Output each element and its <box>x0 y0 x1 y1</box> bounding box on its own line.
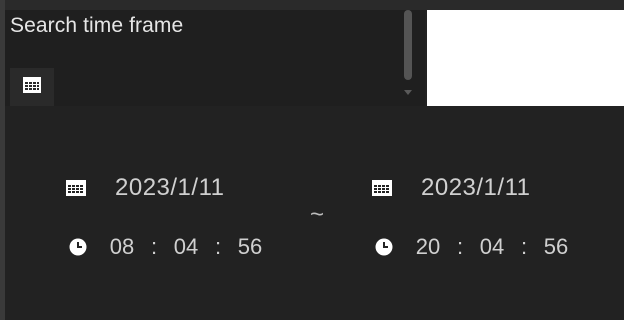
search-title: Search time frame <box>10 14 184 37</box>
start-hour-field[interactable]: 08 <box>105 234 139 260</box>
time-colon: : <box>520 234 528 259</box>
scroll-down-arrow-icon[interactable] <box>404 90 412 95</box>
end-date-row[interactable]: 2023/1/11 <box>371 174 531 202</box>
end-second-field[interactable]: 56 <box>539 234 573 260</box>
calendar-icon <box>371 177 393 199</box>
end-hour-field[interactable]: 20 <box>411 234 445 260</box>
time-frame-search-panel: Search time frame 2023/1/11 08: 04: 56… <box>0 0 624 320</box>
start-date-value[interactable]: 2023/1/11 <box>115 174 225 202</box>
end-time-row: 20 : 04 : 56 <box>373 234 573 260</box>
top-strip <box>0 0 624 10</box>
clock-icon <box>67 236 89 258</box>
clock-icon <box>373 236 395 258</box>
scrollbar-thumb[interactable] <box>404 10 412 80</box>
time-colon: : <box>150 234 158 259</box>
start-date-row[interactable]: 2023/1/11 <box>65 174 225 202</box>
preview-panel <box>427 10 624 106</box>
calendar-button[interactable] <box>10 68 54 106</box>
range-separator: ~ <box>310 201 325 228</box>
end-date-value[interactable]: 2023/1/11 <box>421 174 531 202</box>
search-panel: Search time frame <box>5 10 425 106</box>
start-second-field[interactable]: 56 <box>233 234 267 260</box>
time-range-picker: 2023/1/11 08 : 04 : 56 ~ 2023/1/11 20: … <box>5 106 624 320</box>
end-minute-field[interactable]: 04 <box>475 234 509 260</box>
time-colon: : <box>214 234 222 259</box>
start-minute-field[interactable]: 04 <box>169 234 203 260</box>
start-time-row: 08 : 04 : 56 <box>67 234 267 260</box>
time-colon: : <box>456 234 464 259</box>
calendar-icon <box>65 177 87 199</box>
calendar-icon <box>23 76 41 98</box>
scrollbar[interactable] <box>398 10 418 106</box>
